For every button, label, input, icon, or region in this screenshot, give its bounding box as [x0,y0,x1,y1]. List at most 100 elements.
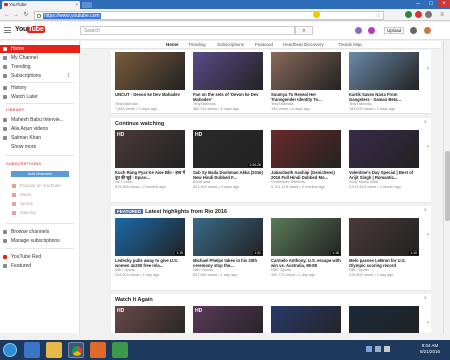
shelf-next-arrow-icon[interactable]: › [425,320,431,330]
video-thumbnail[interactable]: 1:31 [193,218,263,256]
chrome-icon[interactable] [68,342,84,358]
channel-name[interactable]: NBC Sports [193,268,263,273]
guide-menu-icon[interactable] [4,27,11,33]
video-title[interactable]: Valentine's Day Special | Best of Arijit… [349,170,419,180]
video-title[interactable]: Melo passes LeBron for U.S. Olympic scor… [349,258,419,268]
channel-name[interactable]: NBC Sports [115,268,185,273]
system-clock[interactable]: 9:04 AM 8/21/2016 [420,343,440,355]
shelf-close-icon[interactable]: × [423,120,427,126]
reload-icon[interactable]: ↻ [22,11,30,19]
video-title[interactable]: Soumya To Reveal Her Transgender Identit… [271,92,341,102]
url-text[interactable]: https://www.youtube.com [43,12,101,19]
browser-tab[interactable]: YouTube × [2,1,80,9]
search-input[interactable]: Search [80,26,295,35]
video-title[interactable]: Kartik Saves Naira From Gangsters - Sama… [349,92,419,102]
video-thumbnail[interactable] [115,52,185,90]
tab-trends-map[interactable]: Trends Map [338,42,362,47]
shelf-close-icon[interactable]: × [423,208,427,214]
shelf-next-arrow-icon[interactable]: › [425,144,431,154]
tab-home[interactable]: Home [166,42,179,47]
page-scrollbar[interactable] [443,41,450,333]
bookmark-star-icon[interactable]: ☆ [376,12,381,19]
video-title[interactable]: Michael Phelps takes in his 20th ceremon… [193,258,263,268]
sidebar-item-watch-later[interactable]: Watch Later [0,93,80,101]
app-icon[interactable] [112,342,128,358]
channel-name[interactable]: TellyTalkIndia [271,102,341,107]
back-arrow-icon[interactable]: ← [3,11,11,19]
sidebar-item-subscriptions[interactable]: Subscriptions 1 [0,72,80,80]
channel-name[interactable]: Goldmines Telefilms [271,180,341,185]
tray-icon[interactable] [366,346,372,352]
video-thumbnail[interactable]: HD [115,306,185,333]
file-explorer-icon[interactable] [46,342,62,358]
video-thumbnail[interactable] [271,306,341,333]
video-thumbnail[interactable]: 1:18 [271,218,341,256]
sidebar-item-my-channel[interactable]: My Channel [0,54,80,62]
extension-red-icon[interactable] [415,11,422,18]
browse-channels-link[interactable]: Browse channels [0,228,80,236]
video-title[interactable]: Jabardasth Aashiqi (Genichens) 2016 Full… [271,170,341,180]
extension-icon[interactable] [313,11,320,18]
youtube-logo[interactable]: YouTube [15,26,45,35]
create-icon[interactable] [355,27,362,34]
video-thumbnail[interactable]: 1:15 [115,218,185,256]
forward-arrow-icon[interactable]: → [12,11,20,19]
upload-button[interactable]: Upload [384,27,404,34]
apps-icon[interactable] [368,27,375,34]
network-icon[interactable] [375,346,381,352]
video-title[interactable]: Fan on the sets of 'Devon ke Dev Mahadev… [193,92,263,102]
channel-name[interactable]: TellyTalkIndia [115,102,185,107]
suggested-channel[interactable]: Sports [20,201,33,206]
tab-subscriptions[interactable]: Subscriptions [217,42,244,47]
account-avatar[interactable] [424,27,431,34]
library-item[interactable]: Mahesh Babu Intervie... [0,116,80,124]
video-thumbnail[interactable] [349,130,419,168]
suggested-channel[interactable]: Music [20,192,32,197]
channel-name[interactable]: NBC Sports [349,268,419,273]
tab-trending[interactable]: Trending [188,42,206,47]
video-title[interactable]: UNCUT - Devon ke Dev Mahadev [115,92,185,102]
manage-subscriptions-link[interactable]: Manage subscriptions [0,237,80,245]
shelf-next-arrow-icon[interactable]: › [425,66,431,76]
suggested-channel[interactable]: Gaming [20,210,36,215]
video-thumbnail[interactable]: HD [193,306,263,333]
channel-name[interactable]: NBC Sports [271,268,341,273]
video-title[interactable]: Ledecky pulls away to give U.S. women 4x… [115,258,185,268]
add-channels-button[interactable]: Add channels [11,171,69,177]
video-title[interactable]: Carmelo Anthony, U.S. escape with win vs… [271,258,341,268]
ie-icon[interactable] [24,342,40,358]
close-window-button[interactable]: × [438,0,450,8]
video-thumbnail[interactable]: HD 2:44:26 [193,130,263,168]
search-button[interactable]: ⌕ [295,26,313,35]
start-button[interactable] [3,343,17,357]
media-player-icon[interactable] [90,342,106,358]
video-title[interactable]: Kuch Rang Pyar Ke Aise Bhi - हाथ में दूध… [115,170,185,180]
video-thumbnail[interactable] [193,52,263,90]
shelf-next-arrow-icon[interactable]: › [425,232,431,242]
minimize-button[interactable]: – [412,0,424,8]
suggested-channel[interactable]: Popular on YouTube [20,183,61,188]
shelf-close-icon[interactable]: × [423,296,427,302]
new-tab-button[interactable] [82,2,92,8]
channel-name[interactable]: Sony Music India [349,180,419,185]
sidebar-item-history[interactable]: History [0,84,80,92]
tab-featured[interactable]: Featured [255,42,273,47]
notifications-bell-icon[interactable] [410,27,417,34]
video-thumbnail[interactable]: HD [115,130,185,168]
youtube-red-link[interactable]: YouTube Red [0,253,80,261]
video-thumbnail[interactable] [271,130,341,168]
video-thumbnail[interactable] [271,52,341,90]
tab-close-icon[interactable]: × [75,1,78,9]
video-title[interactable]: Sab Sy Bada Dushman Akka (2016) New Hind… [193,170,263,180]
featured-link[interactable]: Featured [0,262,80,270]
address-bar[interactable]: https://www.youtube.com ☆ [34,10,384,20]
maximize-button[interactable]: □ [425,0,437,8]
sidebar-item-trending[interactable]: Trending [0,63,80,71]
channel-name[interactable]: TellyTalkIndia [193,102,263,107]
library-item[interactable]: Salman Khan [0,134,80,142]
extension-green-icon[interactable] [405,11,412,18]
tab-heartbeat-discovery[interactable]: Heartbeat Discovery [283,42,324,47]
library-item[interactable]: Alia Arjun videos [0,125,80,133]
channel-name[interactable]: TellyTalkIndia [349,102,419,107]
channel-name[interactable]: SET India [115,180,185,185]
